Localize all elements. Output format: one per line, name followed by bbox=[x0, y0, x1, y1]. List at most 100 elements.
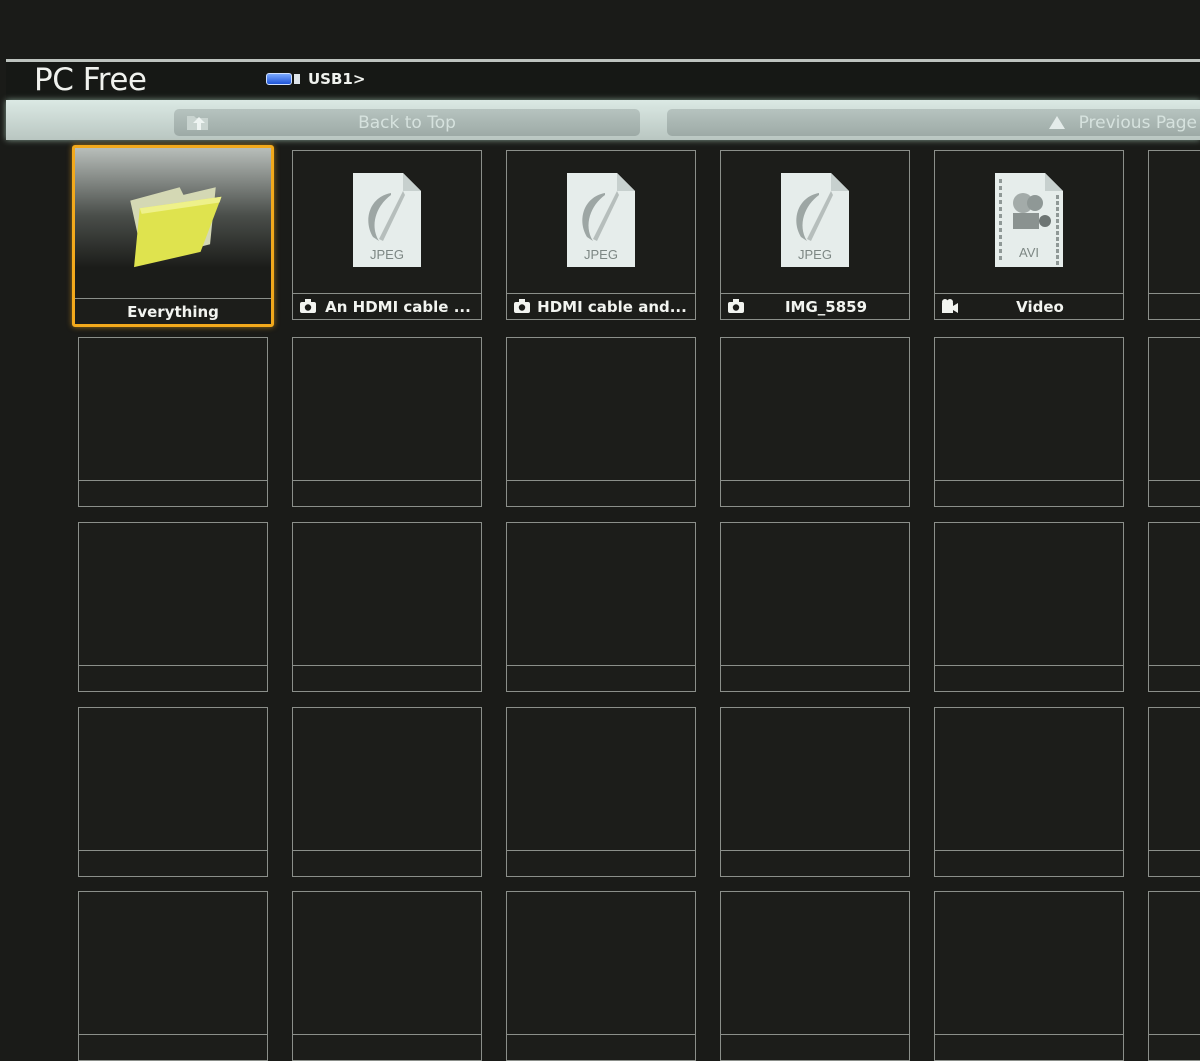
item-caption bbox=[1149, 850, 1200, 876]
item-caption: HDMI cable and... bbox=[507, 293, 695, 319]
item-caption bbox=[935, 1034, 1123, 1060]
item-caption bbox=[293, 665, 481, 691]
svg-text:AVI: AVI bbox=[1019, 245, 1039, 260]
grid-item-empty bbox=[292, 707, 482, 877]
item-thumbnail bbox=[1149, 523, 1200, 665]
item-label: Video bbox=[1016, 297, 1064, 316]
item-thumbnail bbox=[721, 523, 909, 665]
grid-item-empty bbox=[934, 891, 1124, 1061]
item-caption bbox=[721, 480, 909, 506]
item-thumbnail bbox=[721, 892, 909, 1034]
item-thumbnail bbox=[1149, 892, 1200, 1034]
item-caption bbox=[935, 480, 1123, 506]
grid-item-empty bbox=[292, 522, 482, 692]
item-caption bbox=[721, 665, 909, 691]
item-caption bbox=[1149, 1034, 1200, 1060]
grid-item-empty bbox=[1148, 891, 1200, 1061]
grid-item-empty bbox=[78, 522, 268, 692]
jpeg-file-icon: JPEG bbox=[351, 171, 423, 273]
grid-item-folder[interactable]: Everything bbox=[72, 145, 274, 327]
item-thumbnail: JPEG bbox=[507, 151, 695, 293]
grid-item-empty bbox=[78, 337, 268, 507]
grid-item-empty bbox=[506, 891, 696, 1061]
grid-item-empty bbox=[720, 707, 910, 877]
grid-item-jpeg[interactable]: JPEG IMG_5859 bbox=[720, 150, 910, 320]
grid-item-empty bbox=[1148, 522, 1200, 692]
svg-text:JPEG: JPEG bbox=[370, 247, 404, 262]
grid-item-empty bbox=[78, 707, 268, 877]
item-caption bbox=[79, 665, 267, 691]
item-caption bbox=[79, 480, 267, 506]
item-thumbnail bbox=[75, 148, 271, 298]
item-caption bbox=[293, 850, 481, 876]
grid-item-avi[interactable]: AVI Video bbox=[934, 150, 1124, 320]
item-thumbnail bbox=[79, 708, 267, 850]
jpeg-file-icon: JPEG bbox=[779, 171, 851, 273]
file-grid: Everything JPEG An HDMI cable ... JPEG HDMI … bbox=[0, 0, 1200, 1061]
item-caption bbox=[1149, 665, 1200, 691]
item-caption bbox=[293, 1034, 481, 1060]
grid-item-empty bbox=[934, 707, 1124, 877]
item-thumbnail bbox=[1149, 151, 1200, 293]
item-thumbnail bbox=[293, 892, 481, 1034]
item-caption bbox=[935, 850, 1123, 876]
item-thumbnail bbox=[293, 523, 481, 665]
grid-item-jpeg[interactable]: JPEG An HDMI cable ... bbox=[292, 150, 482, 320]
item-thumbnail: AVI bbox=[935, 151, 1123, 293]
grid-item-empty bbox=[1148, 337, 1200, 507]
grid-item-empty bbox=[506, 522, 696, 692]
item-thumbnail bbox=[79, 523, 267, 665]
item-thumbnail bbox=[1149, 708, 1200, 850]
item-caption: An HDMI cable ... bbox=[293, 293, 481, 319]
item-caption bbox=[79, 1034, 267, 1060]
item-caption bbox=[507, 480, 695, 506]
grid-item-empty bbox=[720, 337, 910, 507]
item-caption: Video bbox=[935, 293, 1123, 319]
item-caption bbox=[935, 665, 1123, 691]
grid-item-empty bbox=[292, 337, 482, 507]
jpeg-file-icon: JPEG bbox=[565, 171, 637, 273]
item-thumbnail bbox=[79, 338, 267, 480]
grid-item-empty bbox=[506, 707, 696, 877]
item-label: An HDMI cable ... bbox=[325, 297, 471, 316]
item-thumbnail bbox=[507, 523, 695, 665]
item-caption bbox=[1149, 480, 1200, 506]
item-caption: Everything bbox=[75, 298, 271, 324]
item-thumbnail bbox=[293, 338, 481, 480]
item-caption bbox=[293, 480, 481, 506]
item-thumbnail bbox=[507, 892, 695, 1034]
item-caption bbox=[1149, 293, 1200, 319]
item-caption bbox=[507, 850, 695, 876]
grid-item-empty bbox=[934, 522, 1124, 692]
svg-text:JPEG: JPEG bbox=[798, 247, 832, 262]
grid-item-empty bbox=[1148, 707, 1200, 877]
item-thumbnail bbox=[507, 708, 695, 850]
item-thumbnail bbox=[721, 708, 909, 850]
avi-file-icon: AVI bbox=[993, 171, 1065, 273]
folder-icon bbox=[118, 174, 228, 273]
item-thumbnail bbox=[293, 708, 481, 850]
grid-item-empty bbox=[506, 337, 696, 507]
item-caption: IMG_5859 bbox=[721, 293, 909, 319]
item-caption bbox=[721, 850, 909, 876]
item-thumbnail bbox=[507, 338, 695, 480]
item-thumbnail bbox=[721, 338, 909, 480]
item-thumbnail bbox=[935, 892, 1123, 1034]
grid-item-empty bbox=[1148, 150, 1200, 320]
item-caption bbox=[721, 1034, 909, 1060]
item-label: Everything bbox=[127, 302, 219, 321]
item-thumbnail bbox=[79, 892, 267, 1034]
item-label: IMG_5859 bbox=[784, 297, 868, 316]
item-label: HDMI cable and... bbox=[537, 297, 687, 316]
grid-item-jpeg[interactable]: JPEG HDMI cable and... bbox=[506, 150, 696, 320]
svg-text:JPEG: JPEG bbox=[584, 247, 618, 262]
grid-item-empty bbox=[934, 337, 1124, 507]
grid-item-empty bbox=[720, 891, 910, 1061]
item-caption bbox=[79, 850, 267, 876]
grid-item-empty bbox=[720, 522, 910, 692]
item-thumbnail bbox=[935, 523, 1123, 665]
item-thumbnail bbox=[935, 338, 1123, 480]
item-thumbnail bbox=[1149, 338, 1200, 480]
item-thumbnail: JPEG bbox=[721, 151, 909, 293]
grid-item-empty bbox=[78, 891, 268, 1061]
